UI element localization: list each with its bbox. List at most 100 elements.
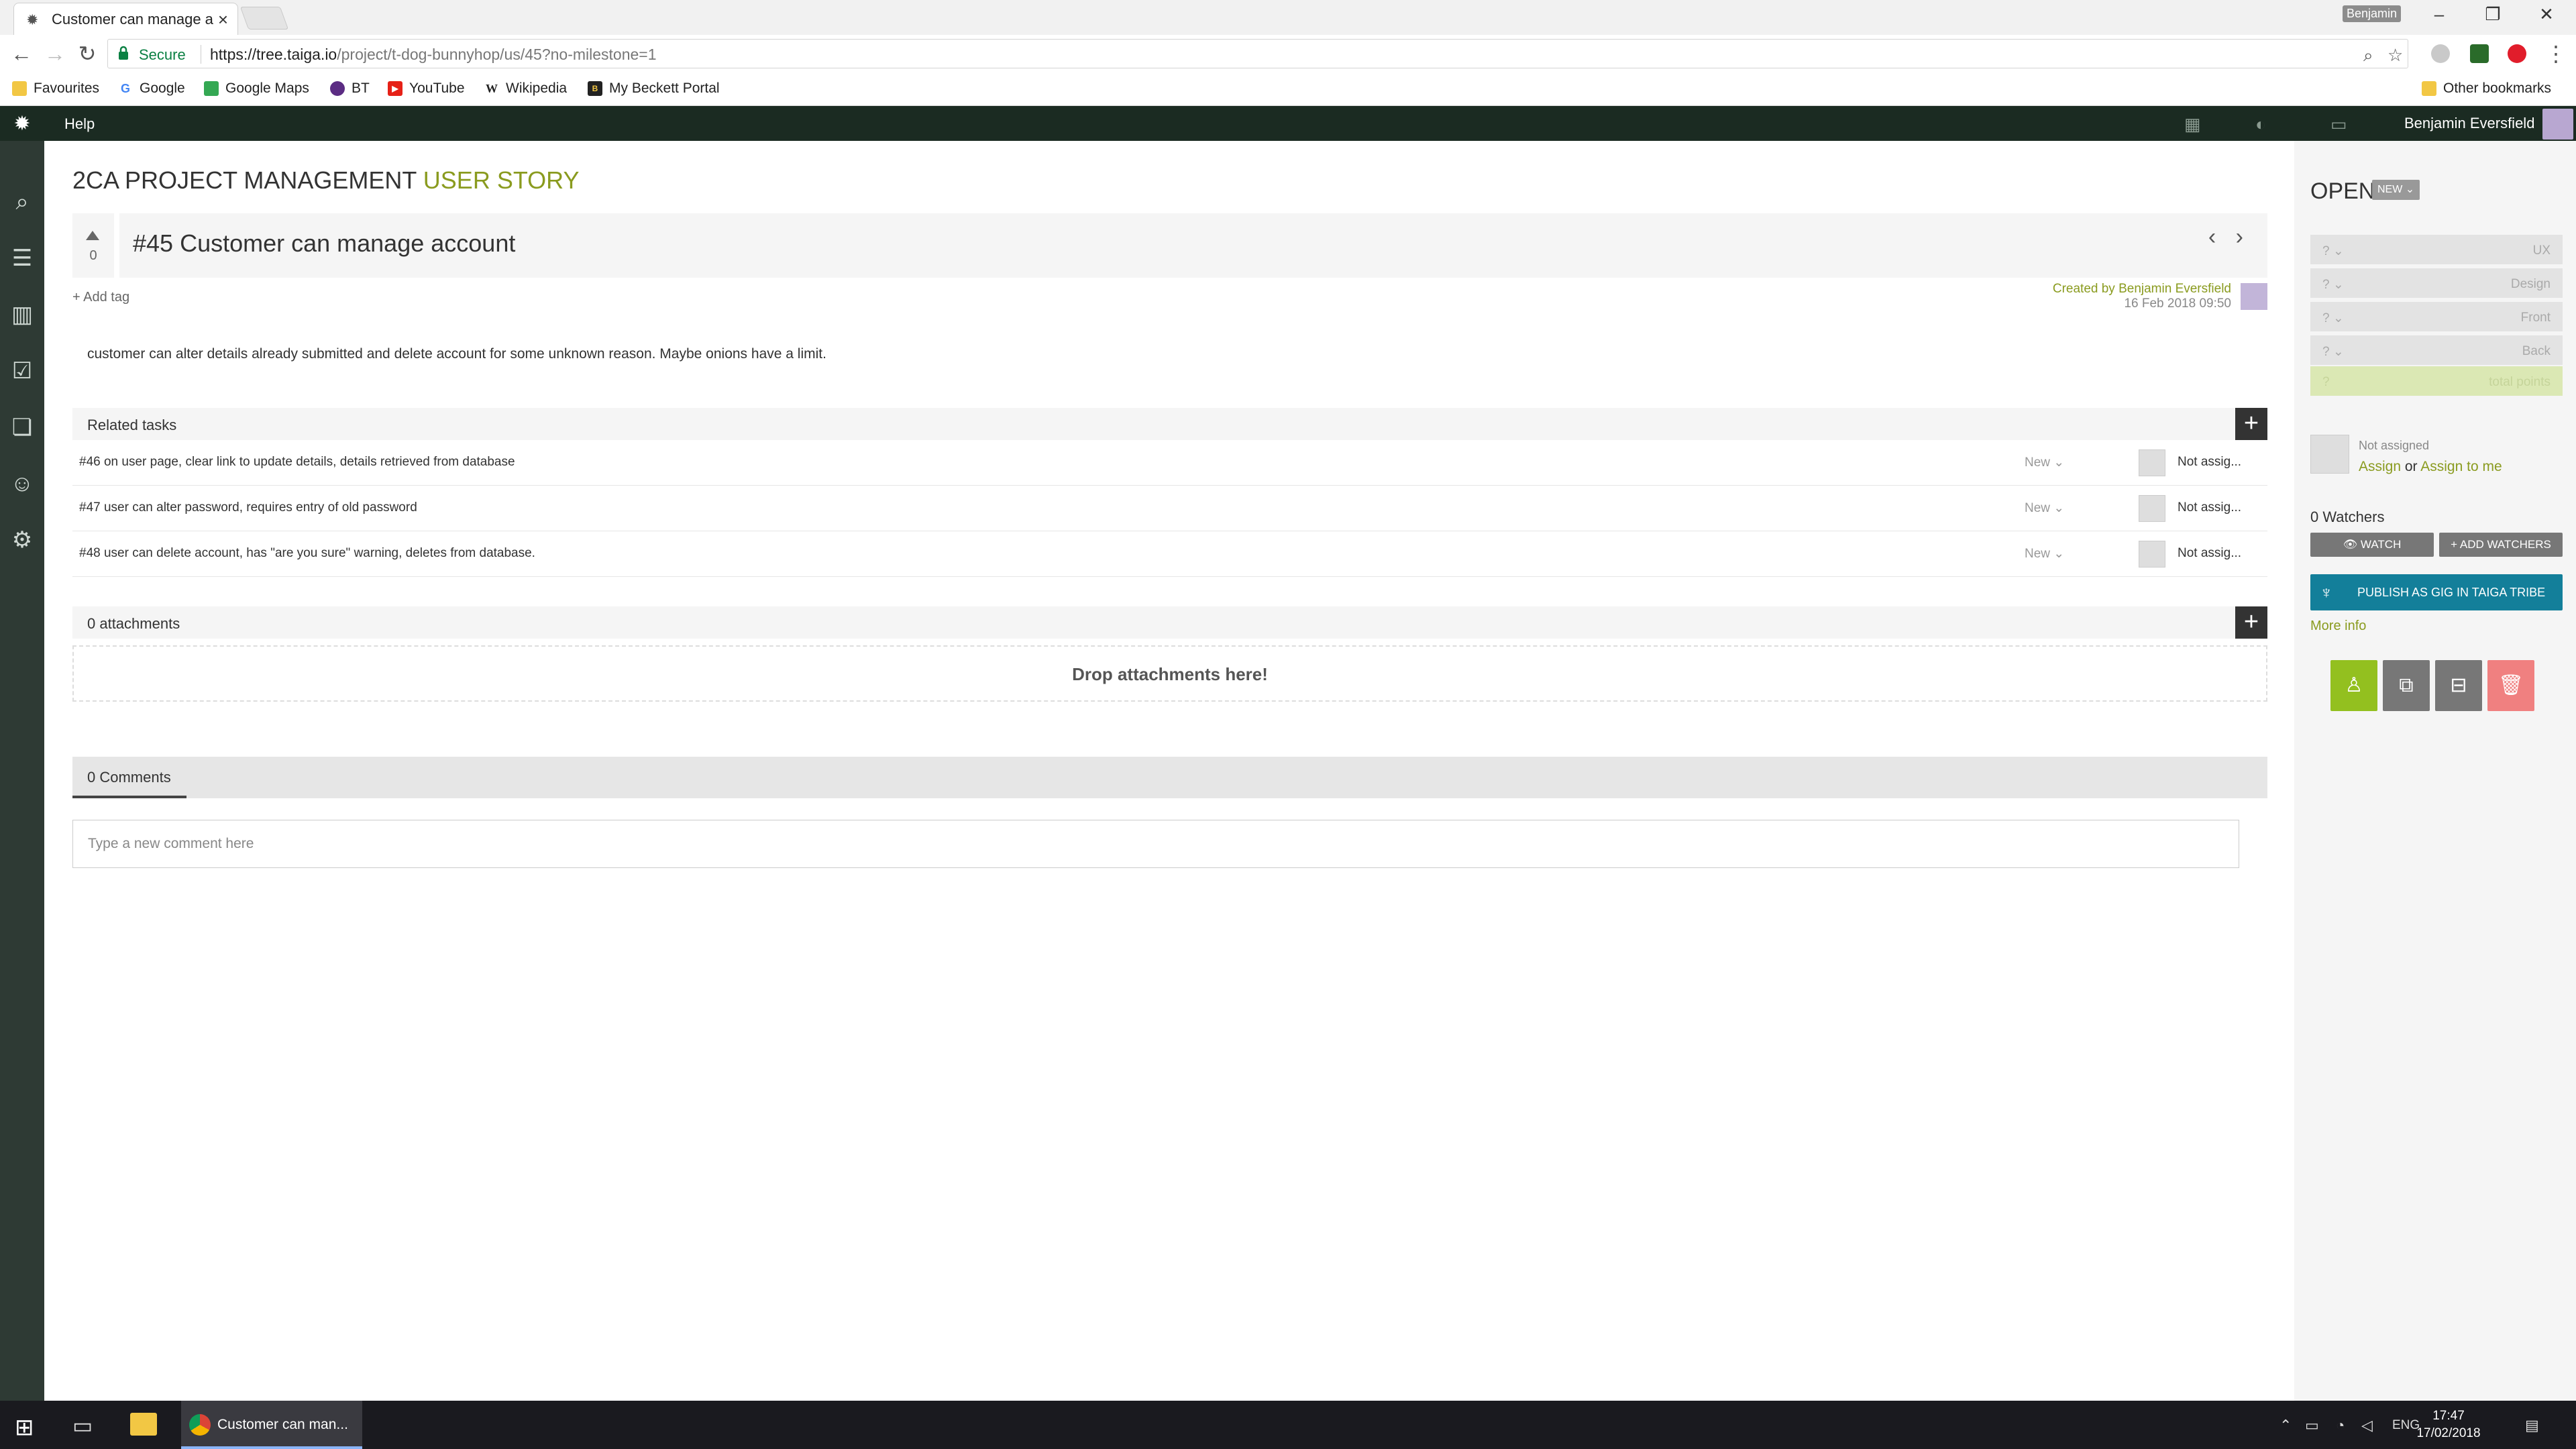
browser-toolbar: ← → ↻ Secure https://tree.taiga.io/proje… — [0, 35, 2576, 72]
more-info-link[interactable]: More info — [2310, 619, 2366, 634]
add-watchers-button[interactable]: + ADD WATCHERS — [2439, 533, 2563, 557]
tab-comments[interactable]: 0 Comments — [72, 757, 186, 798]
restore-button[interactable]: ❐ — [2473, 4, 2513, 25]
notifications-icon[interactable]: ▭ — [2330, 114, 2347, 135]
assign-user-icon[interactable]: ♙ — [2330, 660, 2377, 711]
address-bar[interactable]: Secure https://tree.taiga.io/project/t-d… — [107, 39, 2408, 68]
block-lock-icon[interactable]: ⊟ — [2435, 660, 2482, 711]
issues-icon[interactable]: ☑ — [0, 349, 44, 393]
discover-icon[interactable]: ◐ — [2255, 114, 2266, 135]
task-name[interactable]: #47 user can alter password, requires en… — [79, 500, 417, 515]
extension-icon[interactable] — [2431, 44, 2450, 63]
points-row-front[interactable]: ? ⌄ Front — [2310, 302, 2563, 331]
bookmark-wikipedia[interactable]: W Wikipedia — [484, 80, 567, 97]
add-task-button[interactable]: + — [2235, 408, 2267, 440]
settings-gear-icon[interactable]: ⚙ — [0, 518, 44, 562]
prev-next-arrows-icon[interactable]: ‹ › — [2208, 224, 2250, 250]
points-value: ? ⌄ — [2322, 311, 2344, 325]
search-icon[interactable]: ⌕ — [0, 180, 44, 224]
bookmark-star-icon[interactable]: ☆ — [2387, 45, 2403, 66]
comment-input[interactable] — [72, 820, 2239, 868]
task-assignee[interactable]: Not assig... — [2178, 546, 2241, 561]
bookmark-google-maps[interactable]: Google Maps — [204, 80, 309, 97]
task-assignee[interactable]: Not assig... — [2178, 455, 2241, 470]
projects-grid-icon[interactable]: ▦ — [2184, 114, 2201, 135]
comments-tab-label: 0 Comments — [87, 769, 171, 786]
project-name[interactable]: 2CA PROJECT MANAGEMENT — [72, 166, 417, 194]
assign-link[interactable]: Assign — [2359, 459, 2401, 474]
opera-extension-icon[interactable] — [2508, 44, 2526, 63]
publish-taiga-tribe-button[interactable]: ♆ PUBLISH AS GIG IN TAIGA TRIBE — [2310, 574, 2563, 610]
story-title[interactable]: #45 Customer can manage account — [133, 229, 515, 258]
wifi-icon[interactable]: ◔ — [2336, 1417, 2345, 1434]
task-status[interactable]: New ⌄ — [2025, 500, 2064, 516]
secure-label: Secure — [139, 46, 186, 63]
attachment-dropzone[interactable]: Drop attachments here! — [72, 645, 2267, 702]
task-status[interactable]: New ⌄ — [2025, 455, 2064, 470]
bookmark-other[interactable]: Other bookmarks — [2422, 80, 2551, 97]
reload-icon[interactable]: ↻ — [74, 42, 101, 66]
clone-icon[interactable]: ⧉ — [2383, 660, 2430, 711]
user-avatar[interactable] — [2542, 109, 2573, 140]
bookmark-youtube[interactable]: ▶ YouTube — [388, 80, 465, 97]
extension-shield-icon[interactable] — [2470, 44, 2489, 63]
window-close-button[interactable]: ✕ — [2526, 4, 2567, 25]
assign-to-me-link[interactable]: Assign to me — [2420, 459, 2502, 474]
wiki-icon[interactable]: ❏ — [0, 405, 44, 449]
points-row-ux[interactable]: ? ⌄ UX — [2310, 235, 2563, 264]
add-tag-button[interactable]: + Add tag — [72, 290, 129, 305]
task-assignee[interactable]: Not assig... — [2178, 500, 2241, 515]
taiga-logo-icon[interactable]: ✹ — [11, 113, 34, 136]
points-row-back[interactable]: ? ⌄ Back — [2310, 335, 2563, 365]
notifications-center-icon[interactable]: ▤ — [2525, 1417, 2539, 1434]
new-tab-button[interactable] — [239, 7, 289, 30]
points-row-design[interactable]: ? ⌄ Design — [2310, 268, 2563, 298]
add-attachment-button[interactable]: + — [2235, 606, 2267, 639]
volume-icon[interactable]: ◁ — [2361, 1417, 2373, 1434]
folder-icon — [2422, 81, 2436, 96]
bookmark-favourites[interactable]: Favourites — [12, 80, 99, 97]
status-dropdown[interactable]: NEW ⌄ — [2372, 180, 2420, 200]
upvote-arrow-icon — [86, 231, 99, 240]
vote-button[interactable]: 0 — [72, 213, 114, 278]
forward-arrow-icon[interactable]: → — [42, 42, 68, 66]
task-view-icon[interactable]: ▭ — [72, 1413, 93, 1438]
minimize-button[interactable]: – — [2419, 4, 2459, 25]
maps-icon — [204, 81, 219, 96]
windows-start-icon[interactable]: ⊞ — [15, 1414, 34, 1441]
browser-menu-icon[interactable]: ⋮ — [2542, 42, 2569, 66]
creator-avatar — [2241, 283, 2267, 310]
user-name[interactable]: Benjamin Eversfield — [2404, 115, 2534, 132]
browser-tab[interactable]: ✹ Customer can manage a × — [13, 3, 238, 35]
backlog-icon[interactable]: ☰ — [0, 236, 44, 280]
back-arrow-icon[interactable]: ← — [8, 42, 35, 66]
task-row[interactable]: #46 on user page, clear link to update d… — [72, 440, 2267, 486]
zoom-search-icon[interactable]: ⌕ — [2363, 45, 2373, 66]
taskbar-chrome-window[interactable]: Customer can man... — [181, 1401, 362, 1449]
task-row[interactable]: #47 user can alter password, requires en… — [72, 486, 2267, 531]
task-name[interactable]: #46 on user page, clear link to update d… — [79, 455, 515, 470]
kanban-icon[interactable]: ▥ — [0, 292, 44, 337]
bookmark-google[interactable]: G Google — [118, 80, 185, 97]
story-description[interactable]: customer can alter details already submi… — [87, 346, 826, 362]
tray-expand-icon[interactable]: ⌃ — [2279, 1417, 2292, 1434]
file-explorer-icon[interactable] — [130, 1413, 157, 1436]
clock[interactable]: 17:47 17/02/2018 — [2415, 1407, 2482, 1442]
watch-button[interactable]: 👁 WATCH — [2310, 533, 2434, 557]
task-row[interactable]: #48 user can delete account, has "are yo… — [72, 531, 2267, 577]
folder-icon — [12, 81, 27, 96]
tab-close-icon[interactable]: × — [218, 9, 228, 30]
related-tasks-header: Related tasks + — [72, 408, 2267, 440]
task-name[interactable]: #48 user can delete account, has "are yo… — [79, 546, 535, 561]
bookmark-beckett[interactable]: B My Beckett Portal — [588, 80, 720, 97]
help-link[interactable]: Help — [64, 115, 95, 133]
url-text[interactable]: https://tree.taiga.io/project/t-dog-bunn… — [210, 46, 657, 64]
battery-icon[interactable]: ▭ — [2305, 1417, 2319, 1434]
window-profile-name[interactable]: Benjamin — [2343, 5, 2402, 22]
story-sidebar: OPEN NEW ⌄ ? ⌄ UX ? ⌄ Design ? ⌄ Front ?… — [2294, 141, 2576, 1401]
task-status[interactable]: New ⌄ — [2025, 546, 2064, 561]
points-value: ? ⌄ — [2322, 345, 2344, 359]
team-icon[interactable]: ☺ — [0, 462, 44, 506]
bookmark-bt[interactable]: BT — [330, 80, 370, 97]
delete-trash-icon[interactable]: 🗑 — [2487, 660, 2534, 711]
